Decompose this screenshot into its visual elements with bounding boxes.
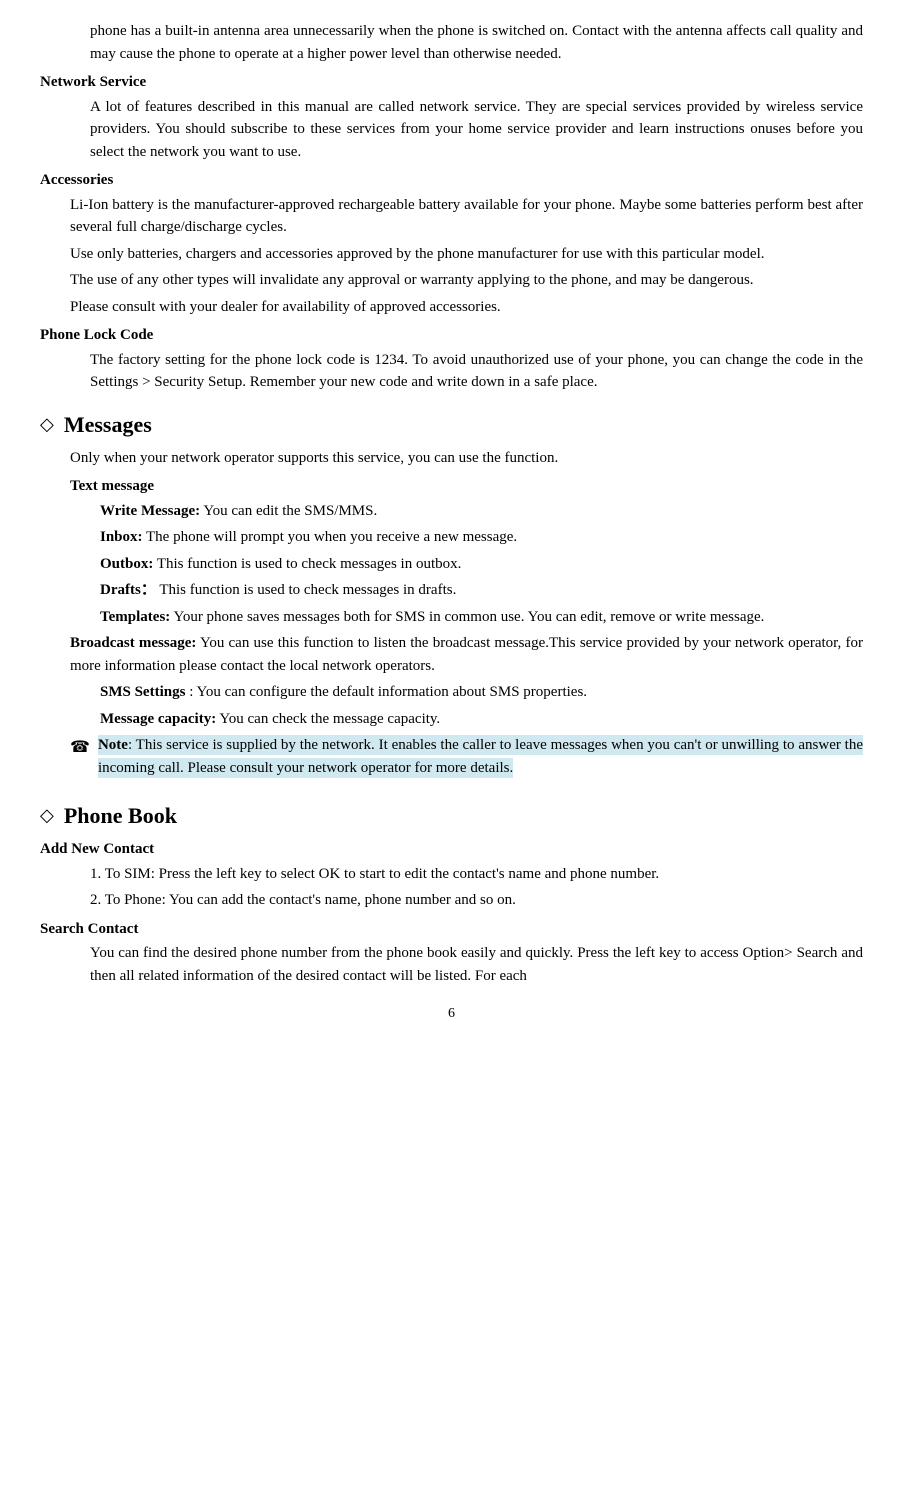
- write-message-row: Write Message: You can edit the SMS/MMS.: [100, 500, 863, 523]
- accessories-para3: The use of any other types will invalida…: [70, 269, 863, 292]
- msg-capacity-row: Message capacity: You can check the mess…: [100, 708, 863, 731]
- network-service-para: A lot of features described in this manu…: [90, 96, 863, 164]
- broadcast-label: Broadcast message:: [70, 635, 196, 651]
- note-bold-label: Note: [98, 737, 128, 753]
- add-new-contact-heading: Add New Contact: [40, 838, 863, 861]
- accessories-heading: Accessories: [40, 169, 863, 192]
- inbox-row: Inbox: The phone will prompt you when yo…: [100, 526, 863, 549]
- templates-row: Templates: Your phone saves messages bot…: [100, 606, 863, 629]
- phone-lock-heading: Phone Lock Code: [40, 324, 863, 347]
- outbox-text: This function is used to check messages …: [157, 556, 462, 572]
- drafts-row: Drafts： This function is used to check m…: [100, 579, 863, 602]
- messages-title-text: Messages: [64, 408, 152, 441]
- phone-lock-para: The factory setting for the phone lock c…: [90, 349, 863, 394]
- search-contact-para: You can find the desired phone number fr…: [90, 942, 863, 987]
- drafts-text: This function is used to check messages …: [159, 582, 456, 598]
- note-row: ☎ Note: This service is supplied by the …: [70, 734, 863, 779]
- accessories-para4: Please consult with your dealer for avai…: [70, 296, 863, 319]
- add-contact-1: 1. To SIM: Press the left key to select …: [90, 863, 863, 886]
- search-contact-heading: Search Contact: [40, 918, 863, 941]
- sms-settings-label: SMS Settings: [100, 684, 185, 700]
- drafts-label: Drafts：: [100, 582, 156, 598]
- inbox-label: Inbox:: [100, 529, 143, 545]
- accessories-para2: Use only batteries, chargers and accesso…: [70, 243, 863, 266]
- phone-book-diamond-icon: ◇: [40, 802, 54, 829]
- phone-book-title-text: Phone Book: [64, 799, 177, 832]
- note-body-text: : This service is supplied by the networ…: [98, 737, 863, 776]
- sms-settings-row: SMS Settings : You can configure the def…: [100, 681, 863, 704]
- add-contact-2: 2. To Phone: You can add the contact's n…: [90, 889, 863, 912]
- intro-text: phone has a built-in antenna area unnece…: [90, 23, 863, 62]
- write-message-text: You can edit the SMS/MMS.: [203, 503, 377, 519]
- messages-intro: Only when your network operator supports…: [70, 447, 863, 470]
- page-number: 6: [40, 1003, 863, 1024]
- messages-section-title: ◇ Messages: [40, 408, 863, 441]
- intro-paragraph: phone has a built-in antenna area unnece…: [90, 20, 863, 65]
- note-highlight: Note: This service is supplied by the ne…: [98, 735, 863, 778]
- note-text-block: Note: This service is supplied by the ne…: [98, 734, 863, 779]
- messages-diamond-icon: ◇: [40, 411, 54, 438]
- outbox-row: Outbox: This function is used to check m…: [100, 553, 863, 576]
- network-service-heading: Network Service: [40, 71, 863, 94]
- templates-label: Templates:: [100, 609, 170, 625]
- inbox-text: The phone will prompt you when you recei…: [146, 529, 517, 545]
- page-content: phone has a built-in antenna area unnece…: [40, 20, 863, 1024]
- text-message-heading: Text message: [70, 475, 863, 498]
- accessories-para1: Li-Ion battery is the manufacturer-appro…: [70, 194, 863, 239]
- msg-capacity-text: You can check the message capacity.: [219, 711, 440, 727]
- note-phone-icon: ☎: [70, 736, 90, 760]
- sms-settings-text: : You can configure the default informat…: [189, 684, 587, 700]
- templates-text: Your phone saves messages both for SMS i…: [173, 609, 764, 625]
- write-message-label: Write Message:: [100, 503, 200, 519]
- msg-capacity-label: Message capacity:: [100, 711, 216, 727]
- outbox-label: Outbox:: [100, 556, 153, 572]
- broadcast-row: Broadcast message: You can use this func…: [70, 632, 863, 677]
- phone-book-section-title: ◇ Phone Book: [40, 799, 863, 832]
